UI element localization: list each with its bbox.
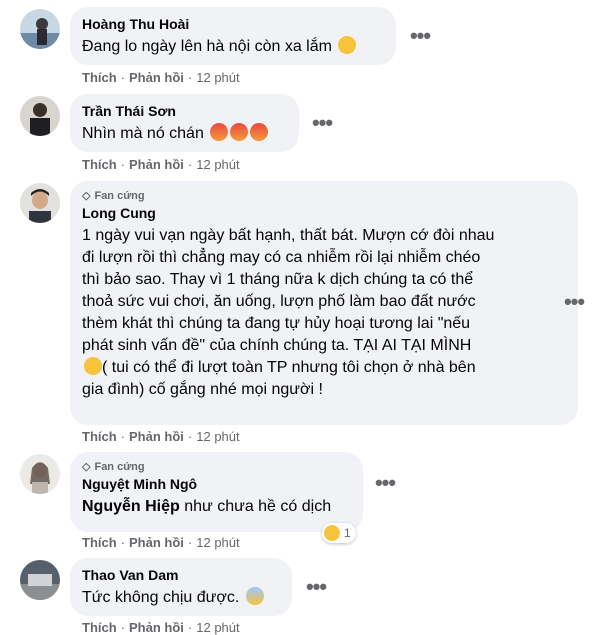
comment-actions: Thích · Phản hồi · 12 phút (82, 535, 240, 550)
comment-body: Nhìn mà nó chán (82, 125, 204, 142)
reply-action[interactable]: Phản hồi (129, 157, 184, 172)
reaction-count: 1 (344, 526, 351, 540)
fan-badge: ◇ Fan cứng (82, 460, 351, 474)
timestamp[interactable]: 12 phút (196, 535, 239, 550)
comment-body: Tức không chịu được. (82, 589, 240, 606)
comment-text: 1 ngày vui vạn ngày bất hạnh, thất bát. … (82, 225, 566, 401)
comment-actions: Thích · Phản hồi · 12 phút (82, 620, 240, 635)
comment-line: ( tui có thể đi lượt toàn TP nhưng tôi c… (82, 357, 566, 379)
smiling-face-icon (338, 36, 357, 54)
avatar[interactable] (20, 183, 60, 223)
avatar[interactable] (20, 454, 60, 494)
more-options-icon[interactable]: ••• (405, 25, 435, 48)
separator: · (120, 157, 126, 172)
comment-text: Đang lo ngày lên hà nội còn xa lắm (82, 36, 384, 58)
pensive-face-icon (84, 357, 102, 375)
comment-actions: Thích · Phản hồi · 12 phút (82, 157, 240, 172)
timestamp[interactable]: 12 phút (196, 157, 239, 172)
timestamp[interactable]: 12 phút (196, 620, 239, 635)
avatar[interactable] (20, 560, 60, 600)
comment-line-text: ( tui có thể đi lượt toàn TP nhưng tôi c… (102, 359, 476, 376)
comment-line: thì bảo sao. Thay vì 1 tháng nữa k dịch … (82, 271, 474, 288)
reaction-summary[interactable]: 1 (322, 523, 356, 543)
angry-face-icon (250, 123, 269, 141)
separator: · (187, 70, 193, 85)
badge-label: Fan cứng (94, 189, 145, 202)
diamond-icon: ◇ (82, 190, 91, 202)
comment-line: phát sinh vấn đề" của chính chúng ta. TẠ… (82, 337, 472, 354)
separator: · (187, 157, 193, 172)
separator: · (120, 535, 126, 550)
author-name[interactable]: Trần Thái Sơn (82, 102, 287, 120)
comment-line: 1 ngày vui vạn ngày bất hạnh, thất bát. … (82, 227, 495, 244)
reply-action[interactable]: Phản hồi (129, 429, 184, 444)
more-options-icon[interactable]: ••• (559, 291, 589, 314)
author-name[interactable]: Thao Van Dam (82, 566, 280, 584)
reply-action[interactable]: Phản hồi (129, 70, 184, 85)
separator: · (120, 70, 126, 85)
avatar[interactable] (20, 96, 60, 136)
author-name[interactable]: Hoàng Thu Hoài (82, 15, 384, 33)
author-name[interactable]: Nguyệt Minh Ngô (82, 475, 351, 493)
separator: · (187, 620, 193, 635)
comment-bubble: ◇ Fan cứng Long Cung 1 ngày vui vạn ngày… (70, 181, 578, 425)
comment-bubble: Trần Thái Sơn Nhìn mà nó chán (70, 94, 299, 152)
screaming-face-icon (245, 587, 264, 605)
comment-line: thèm khát thì chúng ta đang tự hủy hoại … (82, 315, 471, 332)
comment-bubble: ◇ Fan cứng Nguyệt Minh Ngô Nguyễn Hiệp n… (70, 452, 363, 532)
fan-badge: ◇ Fan cứng (82, 189, 566, 203)
comment-line: đi lượn rồi thì chẳng may có ca nhiễm rồ… (82, 249, 481, 266)
author-name[interactable]: Long Cung (82, 204, 566, 222)
comment-line: gia đình) cố gắng nhé mọi người ! (82, 381, 323, 398)
more-options-icon[interactable]: ••• (301, 576, 331, 599)
comment-bubble: Thao Van Dam Tức không chịu được. (70, 558, 292, 616)
angry-face-icon (230, 123, 249, 141)
separator: · (187, 535, 193, 550)
timestamp[interactable]: 12 phút (196, 429, 239, 444)
separator: · (120, 429, 126, 444)
avatar[interactable] (20, 9, 60, 49)
comment-actions: Thích · Phản hồi · 12 phút (82, 70, 240, 85)
comment-bubble: Hoàng Thu Hoài Đang lo ngày lên hà nội c… (70, 7, 396, 65)
more-options-icon[interactable]: ••• (307, 112, 337, 135)
like-action[interactable]: Thích (82, 429, 117, 444)
comment-actions: Thích · Phản hồi · 12 phút (82, 429, 240, 444)
like-action[interactable]: Thích (82, 70, 117, 85)
mention-link[interactable]: Nguyễn Hiệp (82, 498, 180, 515)
like-action[interactable]: Thích (82, 157, 117, 172)
diamond-icon: ◇ (82, 461, 91, 473)
like-action[interactable]: Thích (82, 535, 117, 550)
badge-label: Fan cứng (94, 460, 145, 473)
reply-action[interactable]: Phản hồi (129, 620, 184, 635)
timestamp[interactable]: 12 phút (196, 70, 239, 85)
comment-text: Nhìn mà nó chán (82, 123, 287, 145)
haha-reaction-icon (324, 525, 340, 541)
comment-text: Nguyễn Hiệp như chưa hề có dịch (82, 496, 351, 518)
reply-action[interactable]: Phản hồi (129, 535, 184, 550)
separator: · (187, 429, 193, 444)
comment-body: như chưa hề có dịch (184, 498, 332, 515)
comment-text: Tức không chịu được. (82, 587, 280, 609)
comment-line: thoả sức vui chơi, ăn uống, lượn phố làm… (82, 293, 476, 310)
more-options-icon[interactable]: ••• (370, 472, 400, 495)
separator: · (120, 620, 126, 635)
comment-body: Đang lo ngày lên hà nội còn xa lắm (82, 38, 332, 55)
angry-face-icon (210, 123, 229, 141)
like-action[interactable]: Thích (82, 620, 117, 635)
